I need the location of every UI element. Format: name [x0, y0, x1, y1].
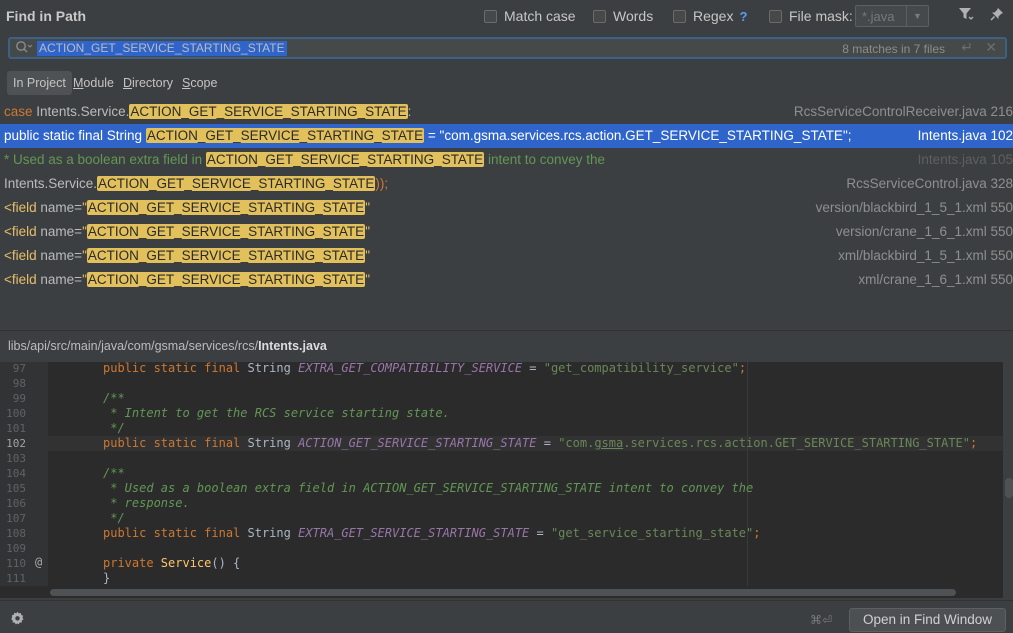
- regex-option[interactable]: Regex ?: [673, 8, 747, 24]
- result-file: xml/crane_1_6_1.xml 550: [858, 272, 1013, 287]
- words-option[interactable]: Words: [593, 8, 653, 24]
- results-list: case Intents.Service.ACTION_GET_SERVICE_…: [0, 100, 1013, 328]
- regex-help-link[interactable]: ?: [739, 9, 747, 24]
- pin-icon[interactable]: [987, 7, 1007, 27]
- implementation-marker-icon[interactable]: @: [35, 555, 42, 570]
- line-number: 100: [6, 407, 26, 420]
- result-row-selected[interactable]: public static final String ACTION_GET_SE…: [0, 124, 1013, 148]
- line-number: 109: [6, 542, 26, 555]
- dialog-footer: ⌘⏎ Open in Find Window: [0, 600, 1013, 633]
- line-number: 97: [12, 362, 26, 375]
- code-preview[interactable]: 97 98 99 100 101 102 103 104 105 106 107…: [0, 362, 1003, 586]
- line-number: 110: [6, 557, 26, 570]
- line-number: 101: [6, 422, 26, 435]
- horizontal-scrollbar[interactable]: [50, 589, 956, 596]
- tab-in-project[interactable]: In Project: [7, 71, 72, 95]
- file-mask-dropdown[interactable]: ▼: [907, 5, 929, 27]
- result-row[interactable]: <field name="ACTION_GET_SERVICE_STARTING…: [0, 220, 1013, 244]
- search-icon[interactable]: [15, 40, 33, 57]
- search-query[interactable]: ACTION_GET_SERVICE_STARTING_STATE: [37, 41, 287, 56]
- dialog-title: Find in Path: [6, 8, 87, 24]
- vertical-scrollbar[interactable]: [1005, 478, 1013, 498]
- result-row[interactable]: <field name="ACTION_GET_SERVICE_STARTING…: [0, 244, 1013, 268]
- result-file: RcsServiceControlReceiver.java 216: [793, 104, 1013, 119]
- regex-label: Regex: [693, 8, 734, 24]
- dialog-header: Find in Path Match case Words Regex ? Fi…: [0, 0, 1013, 34]
- line-number: 102: [6, 437, 26, 450]
- file-mask-checkbox[interactable]: [769, 9, 782, 23]
- preview-path-bar: libs/api/src/main/java/com/gsma/services…: [0, 330, 1013, 362]
- words-checkbox[interactable]: [593, 9, 606, 23]
- result-file: Intents.java 102: [917, 128, 1013, 143]
- result-row[interactable]: case Intents.Service.ACTION_GET_SERVICE_…: [0, 100, 1013, 124]
- result-file: version/blackbird_1_5_1.xml 550: [815, 200, 1013, 215]
- code-line: * Intent to get the RCS service starting…: [103, 406, 450, 420]
- result-row[interactable]: * Used as a boolean extra field in ACTIO…: [0, 148, 1013, 172]
- chevron-down-icon: ▼: [913, 11, 922, 21]
- line-number: 108: [6, 527, 26, 540]
- regex-checkbox[interactable]: [673, 9, 686, 23]
- line-number: 103: [6, 452, 26, 465]
- close-icon[interactable]: ✕: [985, 39, 997, 56]
- words-label: Words: [613, 8, 654, 24]
- line-number: 105: [6, 482, 26, 495]
- right-margin-guide: [747, 362, 748, 586]
- search-input[interactable]: ACTION_GET_SERVICE_STARTING_STATE 8 matc…: [8, 37, 1007, 59]
- code-line: /**: [103, 391, 125, 405]
- match-case-option[interactable]: Match case: [484, 8, 576, 24]
- line-number: 104: [6, 467, 26, 480]
- tab-module[interactable]: Module: [67, 71, 120, 95]
- code-line: */: [103, 511, 125, 525]
- shortcut-hint: ⌘⏎: [810, 613, 833, 627]
- tab-directory[interactable]: Directory: [117, 71, 179, 95]
- result-file: xml/blackbird_1_5_1.xml 550: [838, 248, 1013, 263]
- line-number: 98: [12, 377, 26, 390]
- match-case-checkbox[interactable]: [484, 9, 497, 23]
- result-row[interactable]: <field name="ACTION_GET_SERVICE_STARTING…: [0, 268, 1013, 292]
- file-mask-input[interactable]: *.java: [855, 5, 907, 27]
- code-line: public static final String EXTRA_GET_SER…: [103, 526, 761, 540]
- open-in-find-window-button[interactable]: Open in Find Window: [849, 608, 1006, 632]
- line-number: 99: [12, 392, 26, 405]
- preview-file-path: libs/api/src/main/java/com/gsma/services…: [8, 339, 327, 353]
- code-line: }: [103, 571, 111, 585]
- tab-scope[interactable]: Scope: [176, 71, 223, 95]
- file-mask-option[interactable]: File mask:: [769, 8, 853, 24]
- code-line: */: [103, 421, 125, 435]
- code-line: /**: [103, 466, 125, 480]
- code-line-current: public static final String ACTION_GET_SE…: [103, 436, 978, 450]
- code-line: * Used as a boolean extra field in ACTIO…: [103, 481, 754, 495]
- result-file: Intents.java 105: [917, 152, 1013, 167]
- result-row[interactable]: Intents.Service.ACTION_GET_SERVICE_START…: [0, 172, 1013, 196]
- result-file: version/crane_1_6_1.xml 550: [835, 224, 1013, 239]
- filter-icon[interactable]: [956, 7, 976, 27]
- code-line: private Service() {: [103, 556, 241, 570]
- line-number: 111: [6, 572, 26, 585]
- match-count: 8 matches in 7 files: [842, 42, 945, 56]
- match-case-label: Match case: [504, 8, 576, 24]
- code-line: public static final String EXTRA_GET_COM…: [103, 362, 747, 375]
- line-number: 106: [6, 497, 26, 510]
- code-line: * response.: [103, 496, 190, 510]
- newline-icon[interactable]: ↵: [961, 39, 973, 56]
- line-number: 107: [6, 512, 26, 525]
- file-mask-label: File mask:: [789, 8, 853, 24]
- result-row[interactable]: <field name="ACTION_GET_SERVICE_STARTING…: [0, 196, 1013, 220]
- gear-icon[interactable]: [10, 611, 25, 630]
- result-file: RcsServiceControl.java 328: [846, 176, 1013, 191]
